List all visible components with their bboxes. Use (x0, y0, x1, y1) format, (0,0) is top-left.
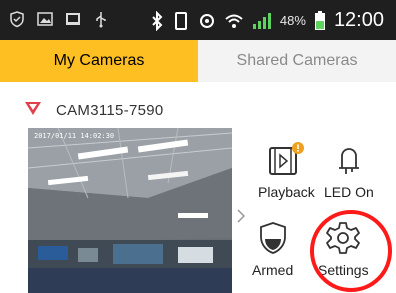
chevron-right-icon[interactable] (236, 208, 246, 229)
armed-shield-icon (255, 220, 291, 256)
status-left-icons (8, 10, 110, 28)
led-toggle-button[interactable]: LED On (324, 142, 374, 200)
usb-icon (92, 10, 110, 28)
vibrate-icon (172, 11, 190, 31)
camera-status-icon (24, 100, 42, 121)
status-bar: 48% 12:00 (0, 0, 396, 40)
camera-feed-image (28, 128, 232, 293)
wifi-icon (224, 12, 244, 30)
led-bulb-icon (331, 142, 367, 178)
bluetooth-icon (150, 10, 164, 31)
tab-my-cameras[interactable]: My Cameras (0, 40, 198, 82)
gallery-icon (64, 10, 82, 28)
battery-percent: 48% (279, 13, 306, 28)
playback-icon (264, 142, 308, 178)
status-clock: 12:00 (333, 9, 384, 31)
image-icon (36, 10, 54, 28)
status-right-icons: 48% 12:00 (150, 9, 384, 32)
camera-feed[interactable]: 2017/01/11 14:02:30 (28, 128, 232, 293)
data-icon (198, 11, 216, 31)
shield-icon (8, 10, 26, 28)
camera-header[interactable]: CAM3115-7590 (24, 96, 164, 124)
armed-label: Armed (252, 262, 294, 278)
armed-toggle-button[interactable]: Armed (252, 220, 293, 278)
playback-label: Playback (258, 184, 315, 200)
feed-timestamp: 2017/01/11 14:02:30 (34, 132, 115, 140)
playback-button[interactable]: Playback (258, 142, 315, 200)
settings-highlight-circle (310, 210, 392, 292)
signal-icon (252, 12, 272, 30)
camera-tabs: My Cameras Shared Cameras (0, 40, 396, 82)
tab-shared-cameras[interactable]: Shared Cameras (198, 40, 396, 82)
led-label: LED On (324, 184, 374, 200)
camera-name: CAM3115-7590 (56, 101, 164, 119)
battery-icon (314, 10, 326, 31)
